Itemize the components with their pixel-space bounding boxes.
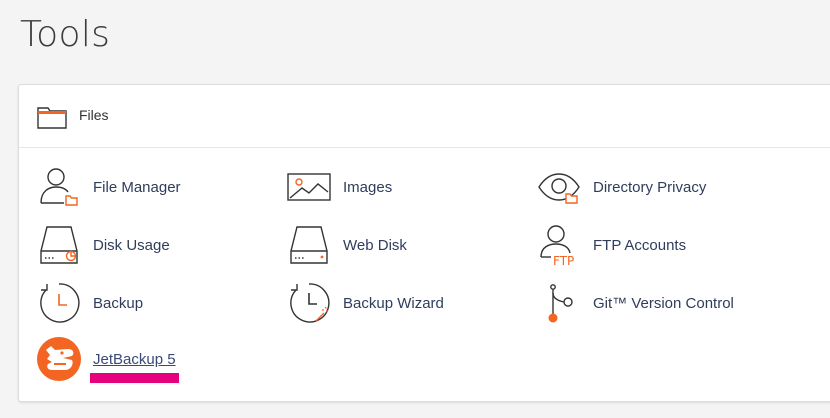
page-title: Tools (20, 14, 111, 55)
backup-link[interactable]: Backup (37, 281, 143, 325)
file-manager-link[interactable]: File Manager (37, 165, 181, 209)
section-title: Files (79, 107, 109, 123)
file-manager-icon (37, 165, 81, 209)
git-version-control-link[interactable]: Git™ Version Control (537, 281, 734, 325)
jetbackup-logo-icon (37, 337, 81, 381)
folder-icon (37, 107, 67, 129)
backup-wizard-link[interactable]: Backup Wizard (287, 281, 444, 325)
images-label: Images (343, 178, 393, 196)
git-version-control-label: Git™ Version Control (593, 294, 734, 312)
backup-clock-icon (37, 281, 81, 325)
directory-privacy-label: Directory Privacy (593, 178, 707, 196)
disk-usage-label: Disk Usage (93, 236, 170, 254)
ftp-accounts-icon: FTP (537, 223, 581, 267)
ftp-accounts-link[interactable]: FTP FTP Accounts (537, 223, 686, 267)
web-disk-icon (287, 223, 331, 267)
disk-usage-icon (37, 223, 81, 267)
ftp-accounts-label: FTP Accounts (593, 236, 687, 254)
directory-privacy-link[interactable]: Directory Privacy (537, 165, 706, 209)
disk-usage-link[interactable]: Disk Usage (37, 223, 170, 267)
backup-wizard-label: Backup Wizard (343, 294, 444, 312)
backup-label: Backup (93, 294, 144, 312)
git-branch-icon (537, 281, 581, 325)
images-icon (287, 165, 331, 209)
web-disk-label: Web Disk (343, 236, 407, 254)
backup-wizard-icon (287, 281, 331, 325)
jetbackup-label: JetBackup 5 (93, 350, 176, 368)
web-disk-link[interactable]: Web Disk (287, 223, 407, 267)
ftp-badge-text: FTP (553, 254, 574, 267)
highlight-underline (90, 373, 179, 383)
images-link[interactable]: Images (287, 165, 392, 209)
panel-header[interactable]: Files (19, 85, 830, 148)
eye-icon (537, 165, 581, 209)
file-manager-label: File Manager (93, 178, 181, 196)
